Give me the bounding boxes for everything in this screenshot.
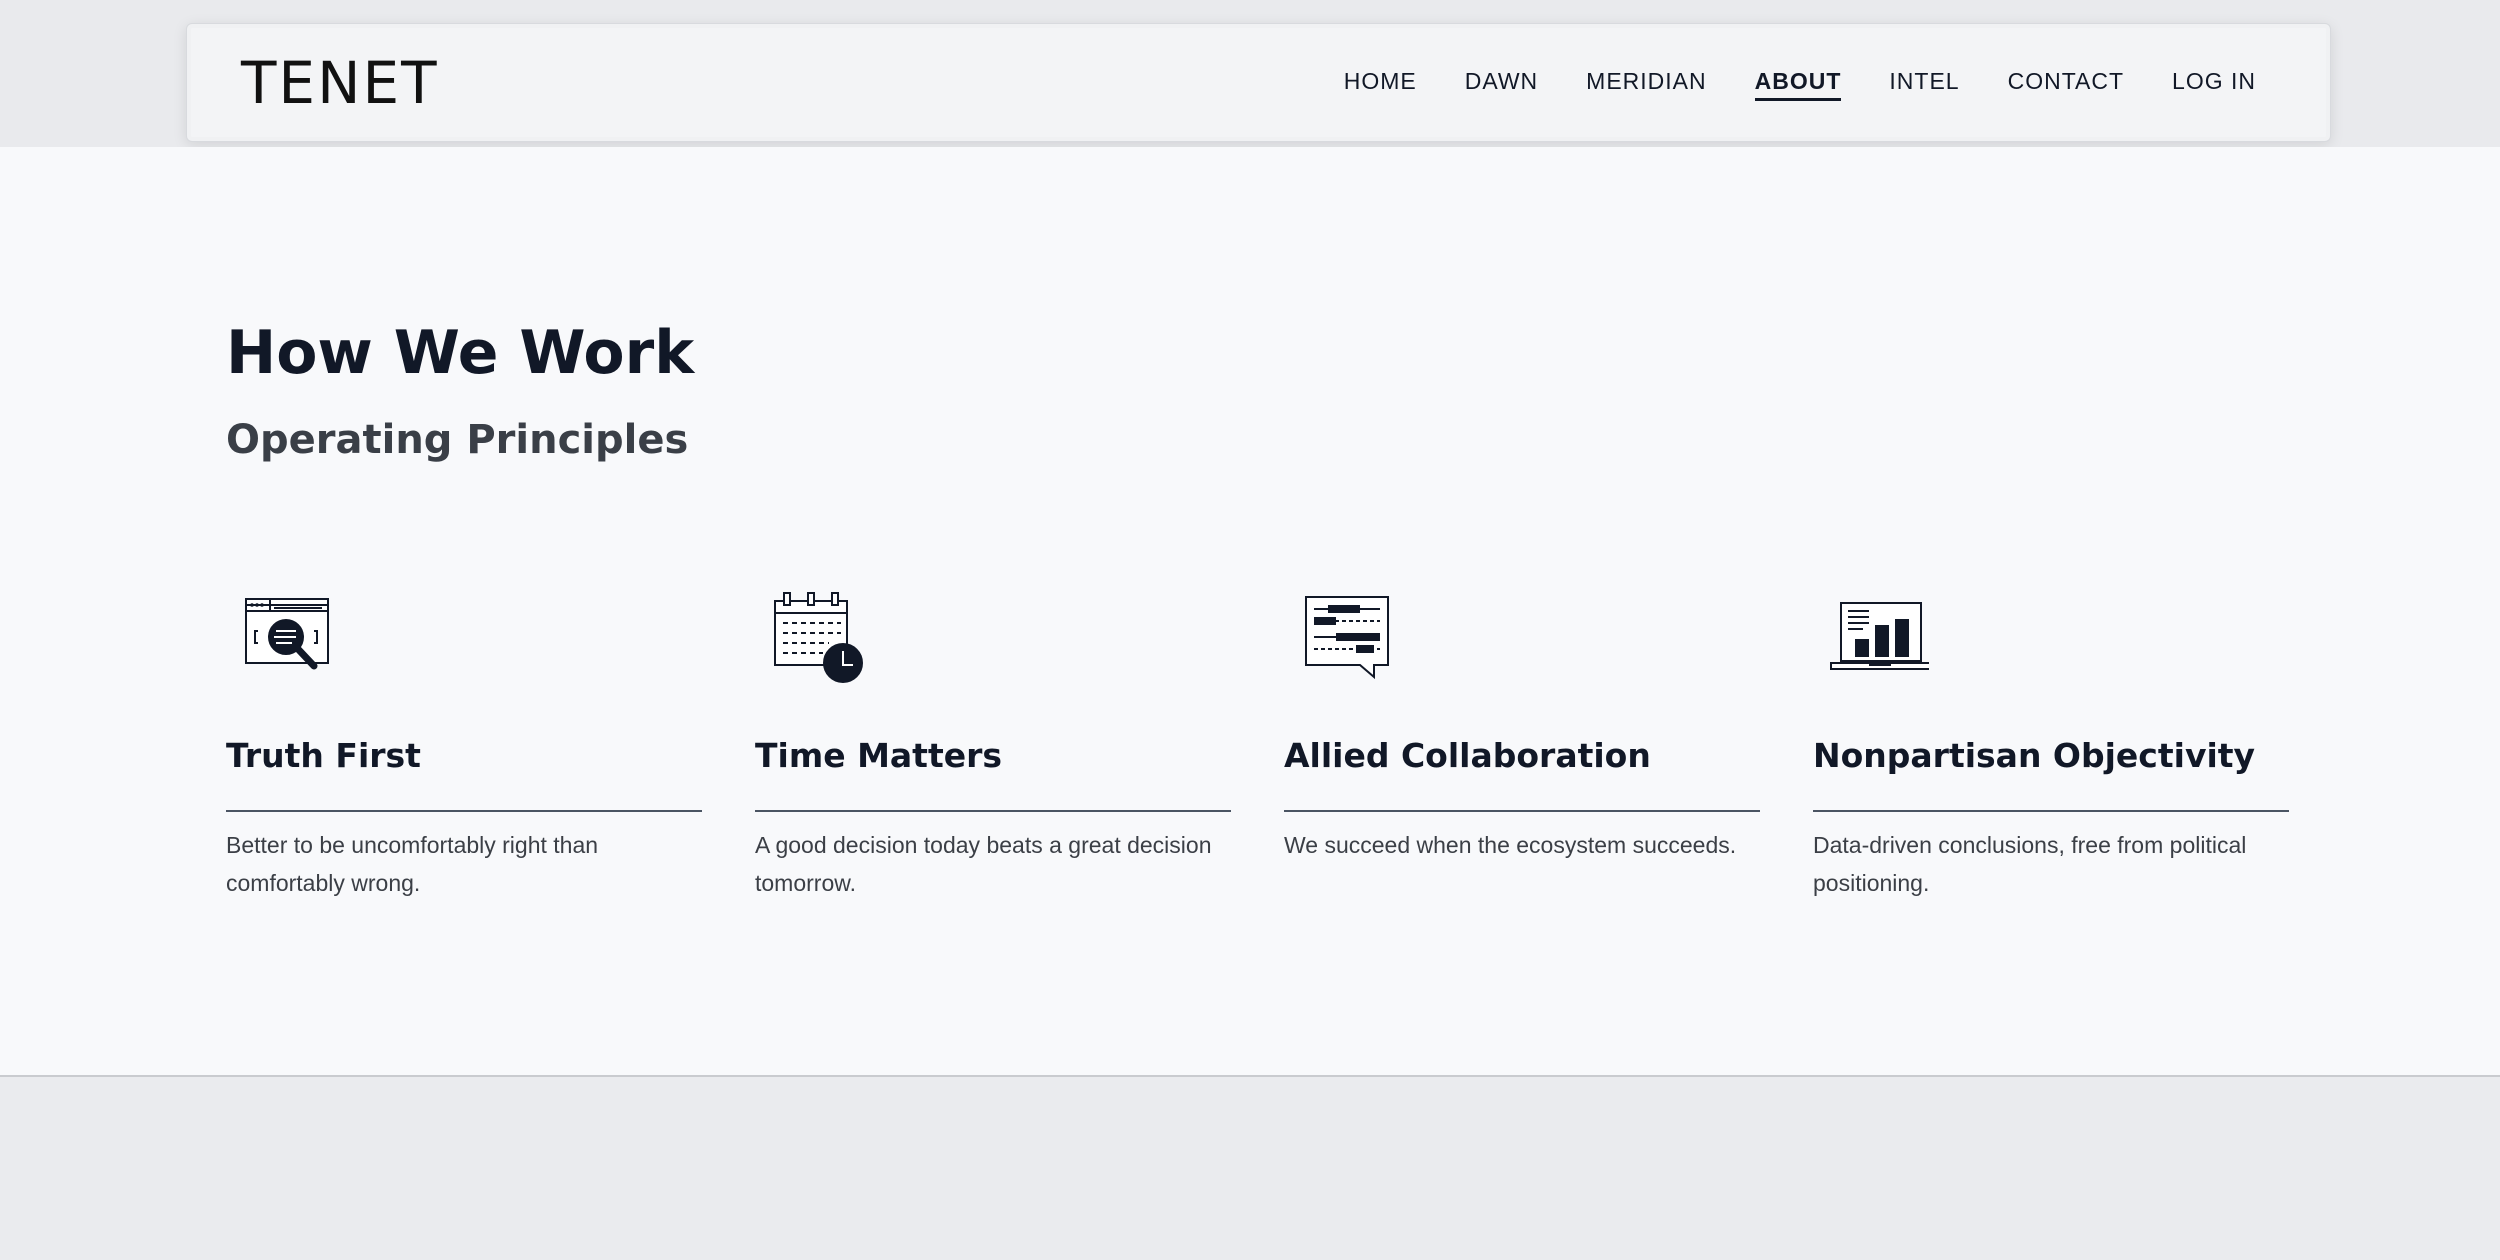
laptop-chart-icon [1830, 602, 1929, 670]
nav-link-intel[interactable]: INTEL [1889, 66, 1959, 98]
principle-title: Allied Collaboration [1284, 736, 1651, 775]
nav-link-dawn[interactable]: DAWN [1465, 66, 1538, 98]
nav-links: HOME DAWN MERIDIAN ABOUT INTEL CONTACT L… [1344, 66, 2256, 101]
nav-item-home: HOME [1344, 66, 1417, 101]
nav-item-dawn: DAWN [1465, 66, 1538, 101]
divider [1284, 810, 1760, 812]
how-we-work-section: How We Work Operating Principles Truth F… [0, 147, 2500, 1077]
divider [1813, 810, 2289, 812]
logo[interactable]: TENET [241, 48, 439, 118]
principle-card: Time Matters A good decision today beats… [755, 587, 1231, 902]
header-band: TENET HOME DAWN MERIDIAN ABOUT INTEL CON… [0, 0, 2500, 147]
chat-timeline-icon [1305, 596, 1389, 680]
principle-title: Nonpartisan Objectivity [1813, 736, 2256, 775]
principle-title: Truth First [226, 736, 421, 775]
principle-card: Nonpartisan Objectivity Data-driven conc… [1813, 587, 2289, 902]
principle-description: Data-driven conclusions, free from polit… [1813, 832, 2247, 896]
nav-item-contact: CONTACT [2008, 66, 2124, 101]
divider [755, 810, 1231, 812]
nav-item-meridian: MERIDIAN [1586, 66, 1706, 101]
principle-card: Allied Collaboration We succeed when the… [1284, 587, 1760, 902]
principle-description: Better to be uncomfortably right than co… [226, 832, 599, 896]
principle-title: Time Matters [755, 736, 1003, 775]
nav-link-contact[interactable]: CONTACT [2008, 66, 2124, 98]
nav-link-login[interactable]: LOG IN [2172, 66, 2256, 98]
section-title: How We Work [226, 318, 695, 388]
nav-item-intel: INTEL [1889, 66, 1959, 101]
divider [226, 810, 702, 812]
nav-link-home[interactable]: HOME [1344, 66, 1417, 98]
section-subtitle: Operating Principles [226, 417, 689, 463]
nav-link-meridian[interactable]: MERIDIAN [1586, 66, 1706, 98]
nav-item-login: LOG IN [2172, 66, 2256, 101]
navbar: TENET HOME DAWN MERIDIAN ABOUT INTEL CON… [186, 23, 2331, 142]
nav-link-about[interactable]: ABOUT [1754, 66, 1842, 101]
nav-item-about: ABOUT [1754, 66, 1842, 101]
principle-description: A good decision today beats a great deci… [755, 832, 1212, 896]
footer-blank-area [0, 1077, 2500, 1260]
principles-grid: Truth First Better to be uncomfortably r… [226, 587, 2292, 902]
principle-description: We succeed when the ecosystem succeeds. [1284, 832, 1737, 858]
principle-card: Truth First Better to be uncomfortably r… [226, 587, 702, 902]
calendar-clock-icon [774, 592, 863, 683]
browser-search-icon [245, 598, 329, 670]
